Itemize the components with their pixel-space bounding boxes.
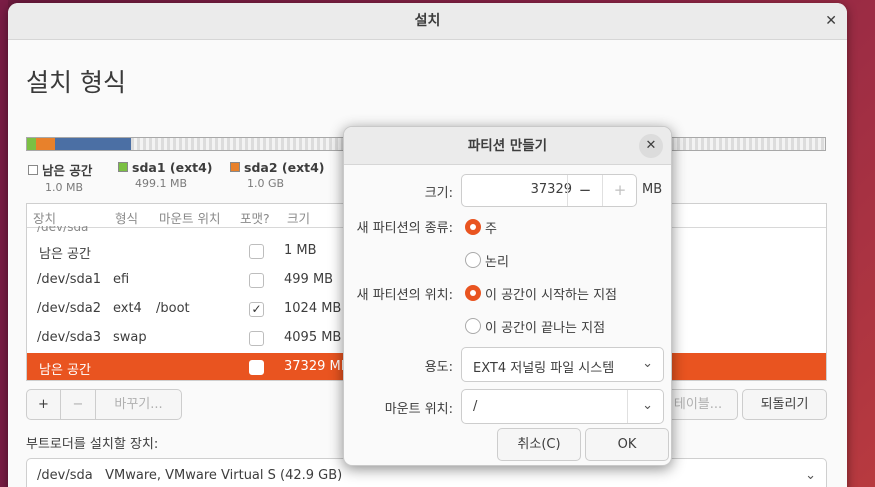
location-end-label[interactable]: 이 공간이 끝나는 지점 bbox=[485, 317, 605, 336]
row-mount: /boot bbox=[156, 301, 190, 316]
legend-name: sda2 (ext4) bbox=[244, 160, 325, 175]
combo-divider bbox=[627, 390, 628, 423]
remove-partition-button[interactable]: − bbox=[60, 389, 96, 420]
revert-button[interactable]: 되돌리기 bbox=[742, 389, 827, 420]
chevron-down-icon: ⌄ bbox=[642, 356, 653, 371]
cancel-button[interactable]: 취소(C) bbox=[497, 428, 581, 461]
col-size[interactable]: 크기 bbox=[287, 208, 310, 227]
legend-swatch bbox=[118, 162, 128, 172]
page-title: 설치 형식 bbox=[26, 68, 126, 97]
change-partition-button[interactable]: 바꾸기... bbox=[95, 389, 182, 420]
use-as-select[interactable]: EXT4 저널링 파일 시스템 ⌄ bbox=[461, 347, 664, 382]
row-size: 4095 MB bbox=[284, 330, 342, 345]
legend-swatch bbox=[230, 162, 240, 172]
desktop-background bbox=[0, 0, 8, 487]
col-type[interactable]: 형식 bbox=[115, 208, 138, 227]
legend-size: 499.1 MB bbox=[135, 177, 188, 190]
format-checkbox[interactable] bbox=[249, 244, 264, 259]
legend-name: sda1 (ext4) bbox=[132, 160, 213, 175]
row-device: 남은 공간 bbox=[39, 247, 91, 262]
primary-radio-label[interactable]: 주 bbox=[485, 218, 497, 237]
chevron-down-icon: ⌄ bbox=[805, 468, 816, 483]
size-stepper[interactable]: 37329 − + bbox=[461, 174, 637, 207]
legend-name: 남은 공간 bbox=[42, 163, 93, 178]
primary-radio[interactable] bbox=[465, 219, 481, 235]
col-mount[interactable]: 마운트 위치 bbox=[159, 208, 220, 227]
format-checkbox-checked[interactable]: ✓ bbox=[249, 302, 264, 317]
ok-button[interactable]: OK bbox=[585, 428, 669, 461]
use-as-label: 용도: bbox=[424, 360, 453, 375]
row-type: efi bbox=[113, 272, 130, 287]
create-partition-dialog: 파티션 만들기 ✕ 크기: 37329 − + MB 새 파티션의 종류: 주 … bbox=[343, 126, 672, 466]
add-partition-button[interactable]: + bbox=[26, 389, 61, 420]
col-format[interactable]: 포맷? bbox=[240, 208, 270, 227]
row-type: swap bbox=[113, 330, 147, 345]
legend-item-free: 남은 공간 1.0 MB bbox=[28, 160, 92, 194]
partition-bar-sda1 bbox=[27, 138, 36, 150]
row-type: ext4 bbox=[113, 301, 142, 316]
partition-type-label: 새 파티션의 종류: bbox=[356, 221, 453, 236]
location-begin-label[interactable]: 이 공간이 시작하는 지점 bbox=[485, 284, 617, 303]
close-icon[interactable]: ✕ bbox=[639, 134, 663, 158]
partition-bar-sda2 bbox=[36, 138, 55, 150]
legend-item-sda1: sda1 (ext4) 499.1 MB bbox=[118, 160, 213, 190]
size-label: 크기: bbox=[424, 186, 453, 201]
legend-size: 1.0 MB bbox=[45, 181, 84, 194]
format-checkbox[interactable] bbox=[249, 360, 264, 375]
format-checkbox[interactable] bbox=[249, 273, 264, 288]
row-device: /dev/sda1 bbox=[37, 272, 101, 287]
size-unit: MB bbox=[642, 182, 663, 197]
size-input[interactable]: 37329 bbox=[472, 182, 572, 197]
bootloader-description: VMware, VMware Virtual S (42.9 GB) bbox=[105, 468, 343, 483]
close-icon[interactable]: ✕ bbox=[825, 3, 837, 40]
legend-swatch bbox=[28, 165, 38, 175]
mount-point-input[interactable]: / bbox=[473, 399, 477, 414]
row-size: 499 MB bbox=[284, 272, 334, 287]
col-device[interactable]: 장치 bbox=[33, 208, 56, 227]
window-title: 설치 bbox=[414, 13, 441, 29]
row-device: 남은 공간 bbox=[39, 363, 91, 378]
increment-button[interactable]: + bbox=[602, 175, 637, 206]
row-size: 1024 MB bbox=[284, 301, 342, 316]
use-as-value: EXT4 저널링 파일 시스템 bbox=[473, 361, 615, 376]
decrement-button[interactable]: − bbox=[567, 175, 602, 206]
dialog-title: 파티션 만들기 bbox=[467, 138, 548, 154]
table-row-cutoff: /dev/sda bbox=[37, 226, 88, 232]
format-checkbox[interactable] bbox=[249, 331, 264, 346]
bootloader-device: /dev/sda bbox=[37, 468, 93, 483]
dialog-titlebar: 파티션 만들기 ✕ bbox=[344, 127, 671, 165]
partition-bar-sda3 bbox=[55, 138, 131, 150]
row-device: /dev/sda2 bbox=[37, 301, 101, 316]
logical-radio[interactable] bbox=[465, 252, 481, 268]
chevron-down-icon[interactable]: ⌄ bbox=[642, 398, 653, 413]
window-titlebar: 설치 ✕ bbox=[8, 3, 847, 40]
location-end-radio[interactable] bbox=[465, 318, 481, 334]
row-device: /dev/sda3 bbox=[37, 330, 101, 345]
partition-location-label: 새 파티션의 위치: bbox=[356, 288, 453, 303]
location-begin-radio[interactable] bbox=[465, 285, 481, 301]
mount-point-combo[interactable]: / ⌄ bbox=[461, 389, 664, 424]
legend-size: 1.0 GB bbox=[247, 177, 285, 190]
logical-radio-label[interactable]: 논리 bbox=[485, 251, 509, 270]
legend-item-sda2: sda2 (ext4) 1.0 GB bbox=[230, 160, 325, 190]
mount-point-label: 마운트 위치: bbox=[384, 402, 453, 417]
row-size: 1 MB bbox=[284, 243, 317, 258]
bootloader-label: 부트로더를 설치할 장치: bbox=[26, 437, 159, 452]
row-size: 37329 MB bbox=[284, 359, 350, 374]
